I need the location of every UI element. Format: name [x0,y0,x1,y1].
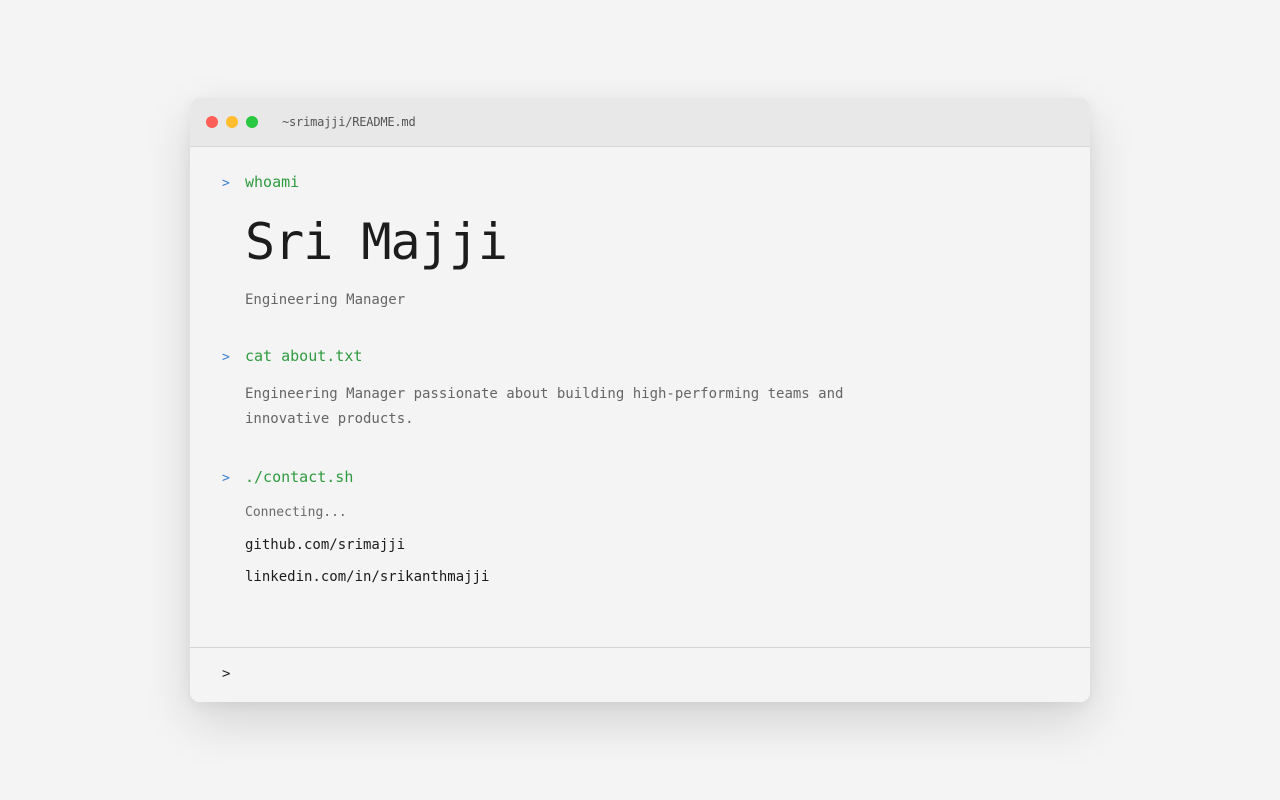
input-prompt: > [222,666,231,682]
maximize-window-button[interactable] [246,116,258,128]
whoami-command: whoami [245,173,300,191]
prompt-symbol: > [222,350,230,365]
contact-command-line: > ./contact.sh [222,468,353,486]
profile-role: Engineering Manager [245,292,406,308]
terminal-window: ~srimajji/README.md > whoami Sri Majji E… [190,98,1090,702]
prompt-symbol: > [222,471,230,486]
title-bar: ~srimajji/README.md [190,98,1090,147]
close-window-button[interactable] [206,116,218,128]
contact-command: ./contact.sh [245,468,354,486]
profile-name: Sri Majji [245,213,508,271]
terminal-output: > whoami Sri Majji Engineering Manager >… [190,147,1090,646]
minimize-window-button[interactable] [226,116,238,128]
window-title: ~srimajji/README.md [282,115,416,129]
linkedin-link[interactable]: linkedin.com/in/srikanthmajji [245,569,489,585]
command-input-bar[interactable]: > [190,647,1090,702]
about-text: Engineering Manager passionate about bui… [245,386,844,427]
connecting-status: Connecting... [245,505,347,520]
whoami-command-line: > whoami [222,173,299,191]
prompt-symbol: > [222,176,230,191]
github-link[interactable]: github.com/srimajji [245,537,405,553]
about-command-line: > cat about.txt [222,347,362,365]
about-command: cat about.txt [245,347,363,365]
